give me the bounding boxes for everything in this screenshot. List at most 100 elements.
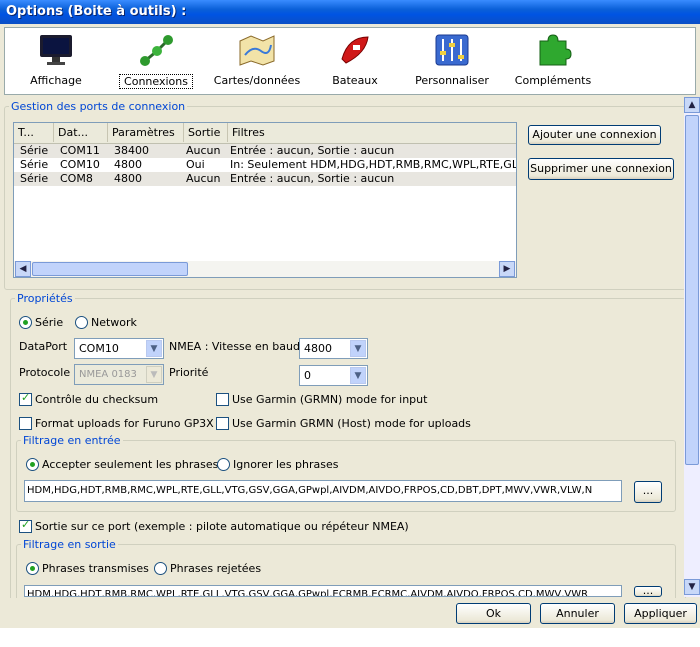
radio-ignore-sentences[interactable]: Ignorer les phrases [217,457,339,471]
add-connection-button[interactable]: Ajouter une connexion [528,125,661,145]
tab-cartes-label: Cartes/données [213,74,301,87]
radio-accept-label: Accepter seulement les phrases [42,457,219,471]
cell: COM10 [60,158,100,171]
radio-accept-dot [26,457,39,471]
cell: Série [20,158,49,171]
priority-value: 0 [304,369,311,382]
cell: Oui [186,158,205,171]
tab-bateaux-label: Bateaux [332,74,378,87]
panel-vscrollbar[interactable]: ▲ ▼ [684,97,700,597]
chevron-down-icon[interactable]: ▼ [350,340,366,357]
cell: COM8 [60,172,93,185]
cell: 4800 [114,158,142,171]
radio-ignore-dot [217,457,230,471]
cell: 4800 [114,172,142,185]
radio-ignore-label: Ignorer les phrases [233,457,339,471]
table-header: T... Dat... Paramètres Sortie Filtres [14,123,516,144]
tab-cartes[interactable]: Cartes/données [211,32,303,92]
dataport-value: COM10 [79,342,119,355]
tab-connexions[interactable]: Connexions [119,32,193,92]
map-icon [237,32,277,68]
baud-label: NMEA : Vitesse en baud [169,340,300,353]
radio-accept-sentences[interactable]: Accepter seulement les phrases [26,457,218,471]
vscroll-thumb[interactable] [685,115,699,465]
chevron-down-icon[interactable]: ▼ [350,367,366,384]
cell: Série [20,144,49,157]
tab-connexions-label: Connexions [119,74,193,89]
protocol-value: NMEA 0183 [79,369,137,380]
radio-network-label: Network [91,315,137,329]
input-filter-legend: Filtrage en entrée [23,434,121,447]
input-sentences-field[interactable]: HDM,HDG,HDT,RMB,RMC,WPL,RTE,GLL,VTG,GSV,… [24,480,622,502]
output-filter-legend: Filtrage en sortie [23,538,116,551]
output-sentences-browse-button[interactable]: ... [634,585,662,597]
cell: In: Seulement HDM,HDG,HDT,RMB,RMC,WPL,RT… [230,158,516,171]
dataport-select[interactable]: COM10 ▼ [74,338,164,359]
output-enable-label: Sortie sur ce port (exemple : pilote aut… [35,519,409,533]
cell: 38400 [114,144,149,157]
scroll-right-icon[interactable]: ▶ [499,261,515,277]
garmin-input-checkbox[interactable]: Use Garmin (GRMN) mode for input [216,392,427,406]
column-type[interactable]: T... [14,123,54,142]
radio-serie-dot [19,315,32,329]
radio-transmitted[interactable]: Phrases transmises [26,561,149,575]
baud-select[interactable]: 4800 ▼ [299,338,368,359]
table-row[interactable]: Série COM8 4800 Aucun Entrée : aucun, So… [14,172,516,186]
column-output[interactable]: Sortie [184,123,228,142]
table-hscrollbar[interactable]: ◀ ▶ [14,261,516,277]
garmin-input-label: Use Garmin (GRMN) mode for input [232,392,428,406]
window-title: Options (Boite à outils) : [0,0,700,24]
sliders-icon [432,32,472,68]
radio-rejected-label: Phrases rejetées [170,561,262,575]
output-enable-checkbox[interactable]: Sortie sur ce port (exemple : pilote aut… [19,518,409,533]
cancel-button[interactable]: Annuler [540,603,615,624]
tab-personnaliser[interactable]: Personnaliser [411,32,493,92]
tab-affichage-label: Affichage [30,74,82,87]
dataport-label: DataPort [19,340,68,353]
furuno-checkbox[interactable]: Format uploads for Furuno GP3X [19,416,214,430]
garmin-upload-checkbox[interactable]: Use Garmin GRMN (Host) mode for uploads [216,416,471,430]
baud-value: 4800 [304,342,332,355]
radio-serie[interactable]: Série [19,315,63,329]
scroll-up-icon[interactable]: ▲ [684,97,700,113]
table-row[interactable]: Série COM11 38400 Aucun Entrée : aucun, … [14,144,516,158]
tab-complements-label: Compléments [514,74,592,87]
apply-button[interactable]: Appliquer [624,603,697,624]
garmin-upload-box [216,416,229,430]
radio-rejected[interactable]: Phrases rejetées [154,561,261,575]
tab-affichage[interactable]: Affichage [21,32,91,92]
cell: Entrée : aucun, Sortie : aucun [230,144,395,157]
checksum-box [19,391,32,406]
tab-complements[interactable]: Compléments [513,32,593,92]
tab-bateaux[interactable]: Bateaux [325,32,385,92]
table-row[interactable]: Série COM10 4800 Oui In: Seulement HDM,H… [14,158,516,172]
remove-connection-button[interactable]: Supprimer une connexion [528,158,674,180]
radio-transmitted-label: Phrases transmises [42,561,149,575]
checksum-checkbox[interactable]: Contrôle du checksum [19,391,158,406]
chevron-down-icon: ▼ [146,366,162,383]
furuno-box [19,416,32,430]
column-params[interactable]: Paramètres [108,123,184,142]
column-filters[interactable]: Filtres [228,123,516,142]
radio-serie-label: Série [35,315,64,329]
cell: Aucun [186,172,221,185]
scroll-down-icon[interactable]: ▼ [684,579,700,595]
radio-network[interactable]: Network [75,315,137,329]
priority-select[interactable]: 0 ▼ [299,365,368,386]
priority-label: Priorité [169,366,209,379]
properties-legend: Propriétés [17,292,73,305]
input-sentences-browse-button[interactable]: ... [634,481,662,503]
radio-network-dot [75,315,88,329]
output-sentences-field[interactable]: HDM,HDG,HDT,RMB,RMC,WPL,RTE,GLL,VTG,GSV,… [24,585,622,597]
chevron-down-icon[interactable]: ▼ [146,340,162,357]
scroll-left-icon[interactable]: ◀ [15,261,31,277]
connections-icon [136,32,176,68]
puzzle-icon [533,32,573,68]
hscroll-thumb[interactable] [32,262,188,276]
boat-icon [335,32,375,68]
cell: COM11 [60,144,100,157]
ok-button[interactable]: Ok [456,603,531,624]
radio-transmitted-dot [26,561,39,575]
column-dataport[interactable]: Dat... [54,123,108,142]
cell: Entrée : aucun, Sortie : aucun [230,172,395,185]
